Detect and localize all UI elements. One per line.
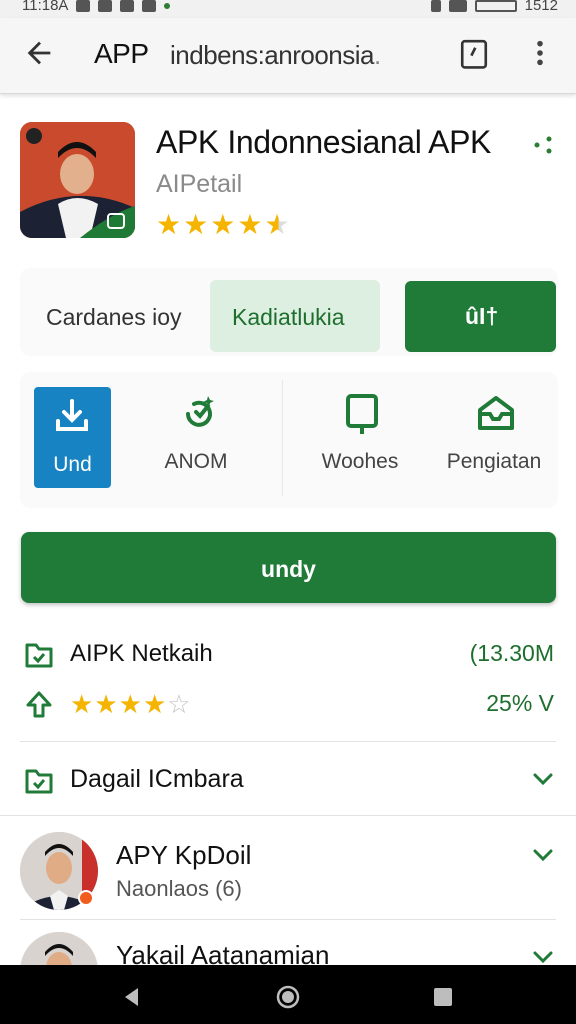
shield-icon bbox=[120, 0, 135, 12]
chevron-down-icon[interactable] bbox=[532, 848, 554, 862]
download-icon bbox=[56, 399, 88, 431]
refresh-sparkle-icon bbox=[186, 396, 214, 427]
tab-selected[interactable]: Kadiatlukia bbox=[210, 280, 380, 352]
woohes-action-button[interactable]: Woohes bbox=[310, 392, 410, 492]
empty-star-icon: ☆ bbox=[167, 689, 191, 719]
pengiatan-action-button[interactable]: Pengiatan bbox=[444, 392, 544, 492]
list-item-subtitle: Naonlaos (6) bbox=[116, 876, 242, 901]
star-icon: ★ bbox=[142, 689, 167, 719]
bluetooth-icon bbox=[430, 0, 441, 12]
battery-icon bbox=[474, 0, 517, 12]
status-badge bbox=[78, 890, 94, 906]
download-action-label: Und bbox=[53, 453, 92, 476]
tabs-icon[interactable] bbox=[458, 36, 490, 70]
section-detail-label: Dagail ICmbara bbox=[70, 765, 244, 793]
upload-arrow-icon bbox=[26, 691, 52, 718]
divider bbox=[0, 815, 576, 816]
download-action-button[interactable]: Und bbox=[34, 387, 111, 488]
anom-action-button[interactable]: ANOM bbox=[146, 392, 246, 492]
info-size-value: (13.30M bbox=[469, 640, 554, 666]
star-icon: ★ bbox=[183, 209, 209, 240]
notification-icon bbox=[76, 0, 91, 12]
appbar-subtitle-text: indbens:anroonsia bbox=[170, 40, 375, 70]
chevron-down-icon[interactable] bbox=[532, 950, 554, 964]
list-item-title: APY KpDoil bbox=[116, 840, 252, 870]
notification-icon-3 bbox=[142, 0, 157, 12]
top-app-bar: APP indbens:anroonsia. bbox=[0, 18, 576, 94]
appbar-subtitle-tail: . bbox=[374, 40, 381, 70]
app-icon bbox=[20, 122, 135, 238]
half-star-icon: ★ bbox=[264, 209, 290, 240]
star-icon: ★ bbox=[94, 689, 118, 719]
nav-recents-icon[interactable] bbox=[431, 985, 455, 1009]
chevron-down-icon[interactable] bbox=[532, 772, 554, 786]
notification-icon-2 bbox=[98, 0, 113, 12]
tab-action-button[interactable]: ûI† bbox=[405, 281, 556, 352]
star-icon: ★ bbox=[210, 209, 236, 240]
info-row-rating: ★ ★ ★ ★ ☆ 25% V bbox=[20, 686, 556, 726]
primary-download-button[interactable]: undy bbox=[21, 532, 556, 603]
app-icon-portrait bbox=[20, 122, 135, 238]
section-detail-row[interactable]: Dagail ICmbara bbox=[20, 760, 556, 800]
app-rating: ★ ★ ★ ★ ★ bbox=[156, 210, 290, 240]
tab-action-label: ûI† bbox=[465, 303, 499, 329]
star-icon: ★ bbox=[118, 689, 142, 719]
primary-download-label: undy bbox=[261, 556, 316, 582]
info-rating-stars: ★ ★ ★ ★ ☆ bbox=[70, 689, 191, 719]
list-item[interactable]: APY KpDoil Naonlaos (6) bbox=[20, 832, 556, 922]
info-row-size: AIPK Netkaih (13.30M bbox=[20, 636, 556, 676]
status-right-text: 1512 bbox=[524, 0, 558, 14]
signal-icon bbox=[448, 0, 467, 12]
device-icon bbox=[346, 394, 378, 434]
inbox-icon bbox=[478, 396, 514, 430]
back-arrow-icon[interactable] bbox=[22, 36, 56, 70]
folder-icon bbox=[25, 643, 53, 668]
pengiatan-action-label: Pengiatan bbox=[446, 450, 542, 473]
info-size-label: AIPK Netkaih bbox=[70, 640, 213, 667]
appbar-title: APP bbox=[94, 38, 149, 69]
developer-name[interactable]: AIPetail bbox=[156, 170, 242, 199]
star-icon: ★ bbox=[237, 209, 263, 240]
share-icon[interactable] bbox=[532, 136, 554, 154]
tab-selected-label: Kadiatlukia bbox=[232, 304, 345, 330]
star-icon: ★ bbox=[70, 689, 94, 719]
divider bbox=[20, 919, 556, 920]
status-time: 11:18A bbox=[22, 0, 69, 14]
anom-action-label: ANOM bbox=[164, 450, 228, 473]
star-icon: ★ bbox=[156, 209, 182, 240]
action-divider bbox=[282, 380, 283, 496]
nav-back-icon[interactable] bbox=[120, 985, 144, 1009]
divider bbox=[20, 741, 556, 742]
status-dot-icon bbox=[164, 2, 171, 9]
appbar-subtitle: indbens:anroonsia. bbox=[170, 40, 381, 71]
system-nav-bar bbox=[0, 965, 576, 1024]
more-vert-icon[interactable] bbox=[526, 36, 554, 70]
woohes-action-label: Woohes bbox=[321, 450, 399, 473]
info-rating-value: 25% V bbox=[486, 690, 554, 716]
nav-home-icon[interactable] bbox=[276, 985, 300, 1009]
folder-icon bbox=[25, 769, 53, 794]
tab-plain[interactable]: Cardanes ioy bbox=[46, 304, 182, 331]
status-bar: 11:18A 1512 bbox=[0, 0, 576, 18]
app-name: APK Indonnesianal APK bbox=[156, 124, 491, 160]
